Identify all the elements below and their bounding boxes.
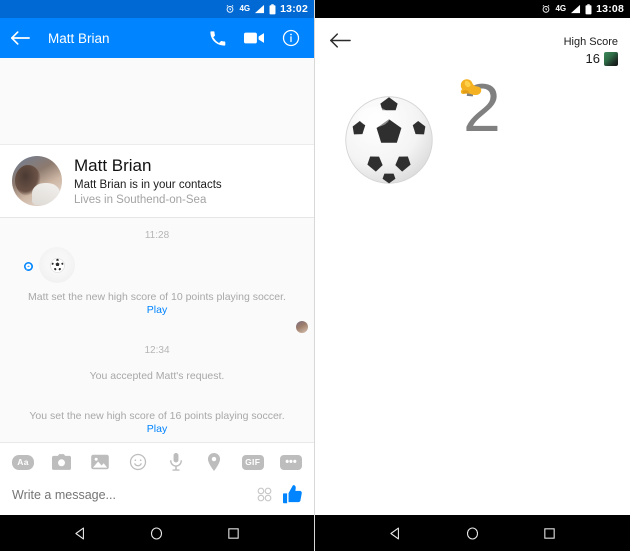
nav-home-circle[interactable] [465,526,480,541]
conversation-header: Matt Brian [0,18,314,58]
emoji-smiley-icon[interactable] [127,451,149,473]
status-bar: 4G 13:08 [315,0,630,18]
game-message-row[interactable] [0,247,314,283]
back-arrow-icon[interactable] [329,32,351,54]
search-message-input[interactable] [12,487,246,502]
phone-call-icon[interactable] [209,30,226,47]
text-format-icon[interactable]: Aa [12,451,34,473]
contact-location-text: Lives in Southend-on-Sea [74,194,207,206]
contact-name: Matt Brian [74,156,152,175]
read-receipt-avatar [296,321,308,333]
request-accepted-text: You accepted Matt's request. [89,370,225,382]
own-game-score-text: You set the new high score of 16 points … [29,410,285,422]
nav-back-triangle[interactable] [73,526,88,541]
signal-bars-icon [254,4,265,14]
network-type-label: 4G [555,4,567,13]
score-counter: 2 [455,74,525,154]
contact-status-text: Matt Brian is in your contacts [74,179,222,191]
dual-screenshot: 4G 13:02 Matt Brian Matt Brian Matt Bria… [0,0,630,551]
battery-icon [269,3,276,15]
soccer-game-bubble[interactable] [39,247,75,283]
nav-recents-square[interactable] [542,526,557,541]
soccer-ball-icon [49,257,65,273]
game-canvas[interactable]: High Score 16 2 [315,18,630,515]
play-link[interactable]: Play [0,422,314,435]
nav-back-triangle[interactable] [388,526,403,541]
game-score-text: Matt set the new high score of 10 points… [28,291,286,303]
soccer-game-screen: 4G 13:08 High Score 16 2 [315,0,630,551]
stickers-grid-icon[interactable] [256,486,273,503]
photo-gallery-icon[interactable] [89,451,111,473]
high-score-avatar [604,51,618,66]
info-circle-icon[interactable] [282,29,300,47]
android-nav-bar [315,515,630,551]
composer-toolbar: Aa GIF ••• [0,443,314,479]
clock-time: 13:02 [280,3,308,15]
flexed-bicep-icon [455,74,485,104]
network-type-label: 4G [239,4,251,13]
high-score-value: 16 [585,51,600,66]
contact-avatar [12,156,62,206]
location-pin-icon[interactable] [203,451,225,473]
android-nav-bar [0,515,314,551]
back-arrow-icon[interactable] [10,30,40,46]
high-score-label: High Score [563,36,618,48]
soccer-ball-icon[interactable] [343,94,435,186]
thumbs-up-icon[interactable] [283,485,302,504]
alarm-clock-icon [225,4,235,14]
status-bar: 4G 13:02 [0,0,314,18]
nav-recents-square[interactable] [226,526,241,541]
sender-avatar [8,247,34,272]
contact-profile-card[interactable]: Matt Brian Matt Brian is in your contact… [0,144,314,218]
message-timestamp: 11:28 [144,230,170,241]
video-camera-icon[interactable] [244,31,264,45]
messenger-conversation-screen: 4G 13:02 Matt Brian Matt Brian Matt Bria… [0,0,315,551]
camera-icon[interactable] [50,451,72,473]
thread-top-spacer [0,58,314,144]
messenger-badge-icon [23,261,34,272]
clock-time: 13:08 [596,3,624,15]
message-timestamp: 12:34 [144,345,170,356]
message-input-row [0,479,314,515]
game-header: High Score 16 [315,18,630,66]
microphone-icon[interactable] [165,451,187,473]
read-receipt [0,316,314,333]
game-stage[interactable]: 2 [315,66,630,266]
message-composer: Aa GIF ••• Write a message... [0,442,314,515]
conversation-title: Matt Brian [48,30,110,46]
play-link[interactable]: Play [0,303,314,316]
more-options-icon[interactable]: ••• [279,451,302,473]
signal-bars-icon [570,4,581,14]
high-score-block: High Score 16 [564,32,618,66]
thread-spacer [0,382,314,402]
gif-icon[interactable]: GIF [241,451,264,473]
alarm-clock-icon [541,4,551,14]
nav-home-circle[interactable] [149,526,164,541]
battery-icon [585,3,592,15]
